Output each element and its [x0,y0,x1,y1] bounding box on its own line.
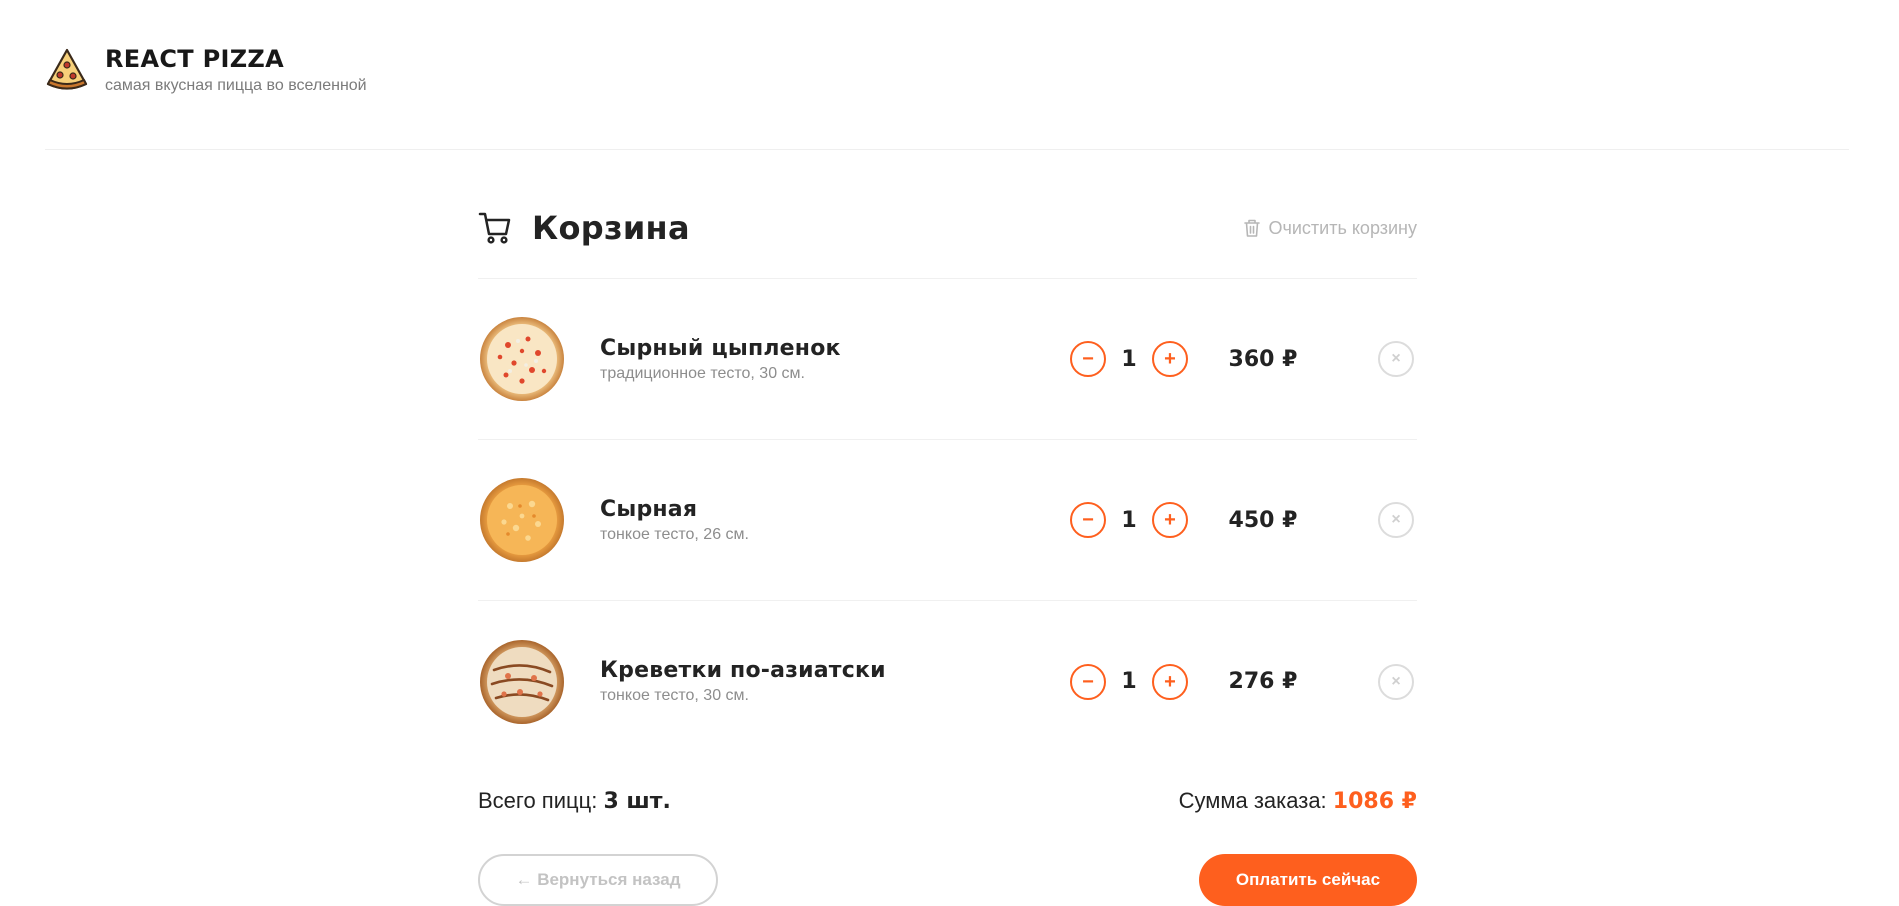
decrease-button[interactable]: − [1070,502,1106,538]
increase-button[interactable]: + [1152,663,1188,700]
item-price: 360 ₽ [1228,346,1298,372]
cart-icon [478,212,511,244]
item-description: традиционное тесто, 30 см. [600,364,805,382]
total-count: Всего пицц: 3 шт. [478,788,671,814]
quantity-value: 1 [1121,346,1137,372]
item-name: Сырный цыпленок [600,335,841,361]
quantity-stepper: − 1 + [1070,341,1188,377]
item-info: Сырный цыпленок традиционное тесто, 30 с… [600,336,1070,383]
cart-actions: ← Вернуться назад Оплатить сейчас [478,854,1417,906]
cart-item: Сырный цыпленок традиционное тесто, 30 с… [478,279,1417,440]
brand-subtitle: самая вкусная пицца во вселенной [105,77,367,94]
increase-button[interactable]: + [1152,502,1188,538]
quantity-stepper: − 1 + [1070,502,1188,538]
quantity-stepper: − 1 + [1070,663,1188,700]
site-header: REACT PIZZA самая вкусная пицца во вселе… [45,45,367,95]
clear-cart-button[interactable]: Очистить корзину [1243,217,1418,239]
item-description: тонкое тесто, 30 см. [600,687,749,704]
decrease-button[interactable]: − [1070,341,1106,377]
order-sum-label: Сумма заказа: [1178,788,1333,813]
cart-section: Корзина Очистить корзину Сырный цыпленок… [478,200,1417,906]
cart-summary: Всего пицц: 3 шт. Сумма заказа: 1086 ₽ [478,788,1417,814]
remove-item-button[interactable]: × [1378,502,1414,538]
item-info: Сырная тонкое тесто, 26 см. [600,497,1070,544]
total-count-value: 3 шт. [603,789,671,814]
cart-title-wrap: Корзина [478,209,690,247]
clear-cart-label: Очистить корзину [1268,217,1418,238]
cart-item: Креветки по-азиатски тонкое тесто, 30 см… [478,601,1417,762]
pizza-image [480,639,564,724]
header-divider [45,149,1849,150]
item-info: Креветки по-азиатски тонкое тесто, 30 см… [600,658,1070,705]
increase-button[interactable]: + [1152,341,1188,377]
total-count-label: Всего пицц: [478,788,604,813]
trash-icon [1243,219,1260,237]
cart-title: Корзина [532,209,690,247]
remove-item-button[interactable]: × [1378,663,1414,700]
cart-header: Корзина Очистить корзину [478,200,1417,256]
decrease-button[interactable]: − [1070,663,1106,700]
item-name: Креветки по-азиатски [600,658,886,683]
back-button[interactable]: ← Вернуться назад [478,854,718,906]
remove-item-button[interactable]: × [1378,341,1414,377]
cart-item: Сырная тонкое тесто, 26 см. − 1 + 450 ₽ … [478,440,1417,601]
brand-title[interactable]: REACT PIZZA [105,45,367,73]
order-sum-value: 1086 ₽ [1332,789,1417,814]
pizza-image [480,478,564,562]
cart-items-list: Сырный цыпленок традиционное тесто, 30 с… [478,279,1417,762]
item-description: тонкое тесто, 26 см. [600,525,749,543]
brand-block: REACT PIZZA самая вкусная пицца во вселе… [105,45,367,95]
item-price: 450 ₽ [1228,507,1298,533]
item-name: Сырная [600,496,698,522]
quantity-value: 1 [1121,669,1137,694]
item-price: 276 ₽ [1228,669,1298,694]
quantity-value: 1 [1121,507,1137,533]
pizza-logo-icon[interactable] [45,47,89,93]
pizza-image [480,317,564,401]
pay-button[interactable]: Оплатить сейчас [1199,854,1417,906]
order-sum: Сумма заказа: 1086 ₽ [1179,788,1417,814]
